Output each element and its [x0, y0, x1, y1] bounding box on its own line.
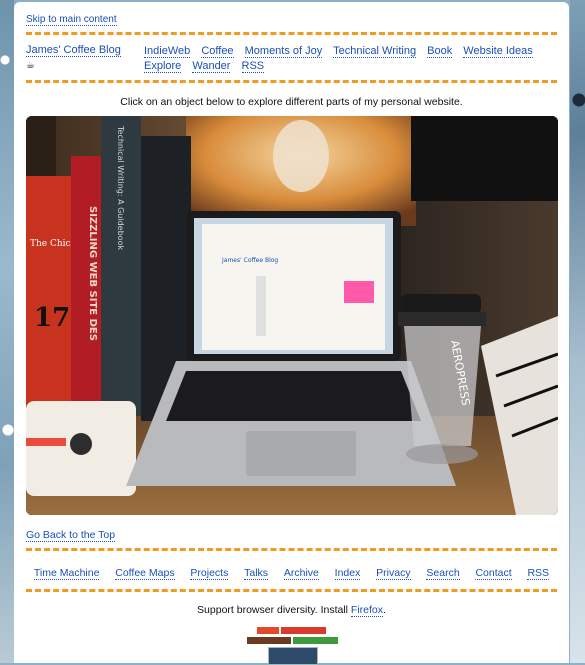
- nav-item-indieweb[interactable]: IndieWeb: [144, 45, 191, 58]
- badge[interactable]: [247, 637, 291, 644]
- badge[interactable]: [268, 647, 318, 665]
- svg-text:SIZZLING WEB SITE DES: SIZZLING WEB SITE DES: [87, 206, 98, 341]
- divider: [26, 80, 557, 83]
- footer-link-index[interactable]: Index: [334, 567, 361, 580]
- nav-item-book[interactable]: Book: [427, 45, 453, 58]
- divider: [26, 589, 557, 592]
- coffee-cup-icon: ☕: [26, 60, 35, 71]
- page-container: Skip to main content James' Coffee Blog …: [14, 2, 569, 665]
- web-badges: [14, 625, 569, 665]
- footer-link-projects[interactable]: Projects: [190, 567, 229, 580]
- badge[interactable]: [281, 627, 326, 634]
- nav-item-rss[interactable]: RSS: [241, 60, 265, 73]
- main-nav: IndieWeb Coffee Moments of Joy Technical…: [144, 44, 558, 74]
- nav-item-website-ideas[interactable]: Website Ideas: [463, 45, 533, 58]
- poster[interactable]: [186, 116, 416, 226]
- support-text: Support browser diversity. Install: [197, 604, 351, 616]
- site-title-link[interactable]: James' Coffee Blog: [26, 44, 121, 57]
- sizzling-web-site-design-book[interactable]: SIZZLING WEB SITE DES: [71, 156, 101, 406]
- nav-item-moments-of-joy[interactable]: Moments of Joy: [244, 45, 323, 58]
- nav-item-technical-writing[interactable]: Technical Writing: [333, 45, 417, 58]
- skip-to-content-link[interactable]: Skip to main content: [26, 14, 117, 26]
- footer-link-search[interactable]: Search: [426, 567, 460, 580]
- footer-link-privacy[interactable]: Privacy: [376, 567, 411, 580]
- svg-text:Technical Writing: A Guidebook: Technical Writing: A Guidebook: [116, 125, 125, 250]
- footer-nav: Time Machine Coffee Maps Projects Talks …: [26, 567, 557, 580]
- divider: [26, 548, 557, 551]
- footer-link-coffee-maps[interactable]: Coffee Maps: [115, 567, 175, 580]
- desk-photo-image-map[interactable]: The Chicago Manual of Style 17 SIZZLING …: [26, 116, 558, 515]
- svg-text:17: 17: [34, 303, 70, 333]
- svg-text:James' Coffee Blog: James' Coffee Blog: [221, 257, 278, 264]
- monitor[interactable]: [411, 116, 558, 201]
- nav-item-coffee[interactable]: Coffee: [201, 45, 234, 58]
- camera[interactable]: [26, 401, 136, 496]
- nav-item-explore[interactable]: Explore: [144, 60, 182, 73]
- support-suffix: .: [383, 604, 386, 616]
- footer-link-contact[interactable]: Contact: [475, 567, 512, 580]
- footer-link-archive[interactable]: Archive: [283, 567, 319, 580]
- intro-text: Click on an object below to explore diff…: [120, 96, 463, 108]
- technical-writing-book[interactable]: Technical Writing: A Guidebook: [101, 116, 141, 416]
- firefox-link[interactable]: Firefox: [350, 604, 384, 617]
- divider: [26, 32, 557, 35]
- badge[interactable]: [293, 637, 338, 644]
- footer-link-rss[interactable]: RSS: [527, 567, 550, 580]
- back-to-top-link[interactable]: Go Back to the Top: [26, 529, 116, 542]
- background-left: [0, 0, 14, 663]
- background-right: [570, 0, 585, 663]
- browser-diversity-note: Support browser diversity. Install Firef…: [14, 604, 569, 617]
- footer-link-talks[interactable]: Talks: [244, 567, 269, 580]
- badge[interactable]: [257, 627, 279, 634]
- nav-item-wander[interactable]: Wander: [192, 60, 231, 73]
- footer-link-time-machine[interactable]: Time Machine: [33, 567, 100, 580]
